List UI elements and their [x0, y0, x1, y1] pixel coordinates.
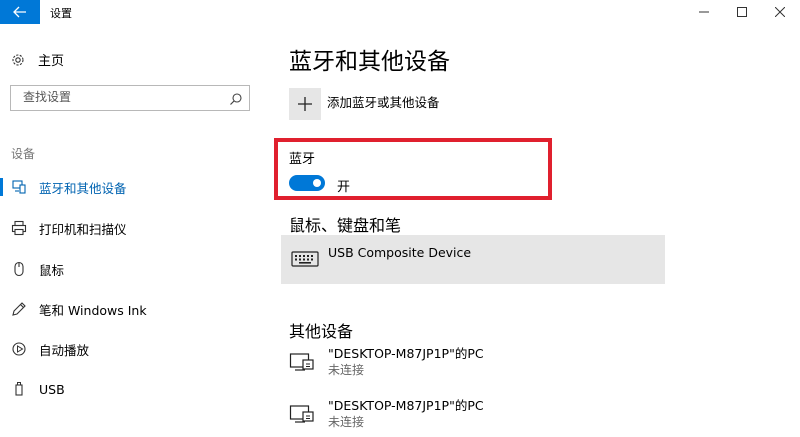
sidebar-item-label: USB	[39, 381, 65, 397]
bluetooth-label: 蓝牙	[289, 152, 316, 167]
device-status: 未连接	[328, 363, 365, 377]
title-bar: 设置	[0, 0, 800, 24]
plus-icon	[298, 97, 312, 111]
toggle-knob	[313, 179, 321, 187]
sidebar-item-label: 笔和 Windows Ink	[39, 302, 147, 318]
sidebar-item-label: 鼠标	[39, 262, 65, 278]
printer-icon	[11, 220, 27, 236]
sidebar-item-label: 自动播放	[39, 342, 90, 358]
back-button[interactable]	[0, 0, 40, 24]
page-title: 蓝牙和其他设备	[289, 49, 450, 75]
other-devices-heading: 其他设备	[289, 322, 354, 341]
maximize-icon	[737, 7, 747, 17]
device-status: 未连接	[328, 415, 365, 429]
active-indicator	[0, 178, 3, 196]
bluetooth-state-label: 开	[337, 180, 351, 195]
sidebar-item-printers[interactable]: 打印机和扫描仪	[0, 216, 260, 240]
bluetooth-toggle[interactable]	[289, 175, 325, 191]
sidebar-item-label: 打印机和扫描仪	[39, 221, 127, 237]
section-label-devices: 设备	[11, 147, 36, 161]
sidebar-item-bluetooth[interactable]: 蓝牙和其他设备	[0, 175, 260, 199]
usb-icon	[11, 381, 27, 397]
minimize-icon	[699, 11, 709, 13]
pc-device-icon	[289, 351, 317, 373]
add-device-label: 添加蓝牙或其他设备	[327, 95, 440, 110]
pen-icon	[11, 301, 27, 317]
device-name: USB Composite Device	[328, 245, 472, 260]
mouse-keyboard-pen-heading: 鼠标、键盘和笔	[289, 216, 402, 235]
other-device-item[interactable]: "DESKTOP-M87JP1P"的PC 未连接	[289, 398, 484, 430]
sidebar-item-mouse[interactable]: 鼠标	[0, 257, 260, 281]
search-icon[interactable]	[229, 91, 243, 105]
close-button[interactable]	[764, 0, 796, 24]
home-label: 主页	[38, 54, 65, 69]
device-name: "DESKTOP-M87JP1P"的PC	[328, 398, 484, 413]
device-usb-composite[interactable]: USB Composite Device	[281, 235, 665, 284]
close-icon	[775, 7, 785, 17]
autoplay-icon	[11, 341, 27, 357]
other-device-item[interactable]: "DESKTOP-M87JP1P"的PC 未连接	[289, 346, 484, 378]
add-device-tile[interactable]	[289, 88, 321, 120]
gear-icon	[11, 53, 25, 67]
keyboard-icon	[291, 249, 319, 269]
search-input[interactable]	[23, 90, 223, 104]
sidebar-item-autoplay[interactable]: 自动播放	[0, 337, 260, 361]
minimize-button[interactable]	[688, 0, 720, 24]
search-box[interactable]	[10, 85, 250, 111]
mouse-icon	[11, 261, 27, 277]
add-device-button[interactable]: 添加蓝牙或其他设备	[289, 88, 440, 120]
maximize-button[interactable]	[726, 0, 758, 24]
device-name: "DESKTOP-M87JP1P"的PC	[328, 346, 484, 361]
window-title: 设置	[50, 7, 72, 20]
sidebar-item-home[interactable]: 主页	[11, 50, 64, 69]
sidebar-item-usb[interactable]: USB	[0, 377, 260, 401]
bluetooth-devices-icon	[11, 179, 27, 195]
pc-device-icon	[289, 403, 317, 425]
arrow-left-icon	[13, 6, 26, 18]
sidebar-item-label: 蓝牙和其他设备	[39, 180, 127, 196]
sidebar-item-pen[interactable]: 笔和 Windows Ink	[0, 297, 260, 321]
sidebar: 主页 设备 蓝牙和其他设备	[0, 24, 270, 437]
